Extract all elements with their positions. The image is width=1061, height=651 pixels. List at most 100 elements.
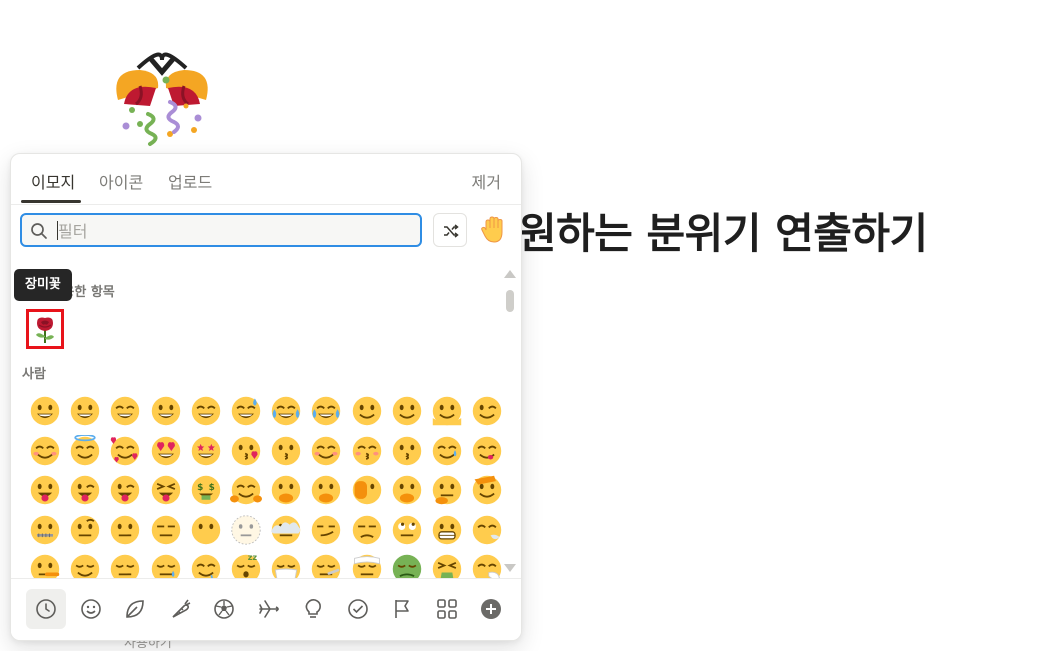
emoji-smirk[interactable] <box>307 511 345 549</box>
category-food-button[interactable] <box>160 589 200 629</box>
yum-face-icon <box>472 436 502 465</box>
random-emoji-button[interactable] <box>433 213 467 247</box>
emoji-kissing-heart[interactable] <box>227 432 265 470</box>
emoji-shushing[interactable] <box>388 471 426 509</box>
category-activity-button[interactable] <box>204 589 244 629</box>
party-popper-icon[interactable] <box>110 48 214 148</box>
emoji-tongue-wink[interactable] <box>66 471 104 509</box>
emoji-smiling-hearts[interactable] <box>106 432 144 470</box>
blush-face-icon <box>30 436 60 465</box>
emoji-upside-down[interactable] <box>388 392 426 430</box>
emoji-wink[interactable] <box>468 392 506 430</box>
tab-icons[interactable]: 아이콘 <box>99 169 143 193</box>
emoji-kissing-closed-eyes[interactable] <box>348 432 386 470</box>
emoji-hugging[interactable] <box>227 471 265 509</box>
svg-text:$: $ <box>208 483 214 493</box>
category-symbols-button[interactable] <box>338 589 378 629</box>
emoji-tongue-closed-eyes[interactable] <box>147 471 185 509</box>
smile-face-icon <box>111 396 140 426</box>
category-flags-button[interactable] <box>382 589 422 629</box>
airplane-icon <box>258 600 279 618</box>
skin-tone-button[interactable] <box>478 216 510 246</box>
emoji-unamused[interactable] <box>348 511 386 549</box>
emoji-exhaling[interactable] <box>468 511 506 549</box>
soccer-ball-icon <box>214 599 234 619</box>
emoji-melting[interactable] <box>428 392 466 430</box>
scroll-down-arrow[interactable] <box>504 564 516 572</box>
flag-icon <box>395 600 409 618</box>
emoji-peeking[interactable] <box>348 471 386 509</box>
emoji-thinking[interactable] <box>428 471 466 509</box>
emoji-open-eyes-hand[interactable] <box>307 471 345 509</box>
scroll-up-arrow[interactable] <box>504 270 516 278</box>
recent-emoji-rose[interactable] <box>26 309 64 349</box>
category-add-button[interactable] <box>471 589 511 629</box>
emoji-slight-smile[interactable] <box>348 392 386 430</box>
category-people-button[interactable] <box>71 589 111 629</box>
emoji-zipper[interactable] <box>26 511 64 549</box>
exhaling-face-icon <box>472 515 502 544</box>
emoji-hand-over-mouth[interactable] <box>267 471 305 509</box>
search-input[interactable] <box>56 219 410 243</box>
page-title[interactable]: 원하는 분위기 연출하기 <box>518 200 928 261</box>
expressionless-face-icon <box>151 515 180 544</box>
emoji-tongue[interactable] <box>26 471 64 509</box>
emoji-rolling-eyes[interactable] <box>388 511 426 549</box>
check-circle-icon <box>347 599 368 619</box>
lightbulb-icon <box>305 599 321 618</box>
emoji-smiling-tear[interactable] <box>428 432 466 470</box>
emoji-laughing[interactable] <box>187 392 225 430</box>
emoji-yum[interactable] <box>468 432 506 470</box>
scroll-thumb[interactable] <box>506 290 514 312</box>
money-mouth-face-icon: $ $ <box>191 475 221 505</box>
emoji-saluting[interactable] <box>468 471 506 509</box>
emoji-smile[interactable] <box>106 392 144 430</box>
picker-tabs: 이모지 아이콘 업로드 제거 <box>11 154 521 205</box>
sweat-smile-face-icon <box>231 396 261 426</box>
emoji-kissing-smiling-eyes[interactable] <box>388 432 426 470</box>
search-field[interactable] <box>20 213 422 247</box>
emoji-innocent[interactable] <box>66 432 104 470</box>
people-section-label: 사람 <box>22 367 46 382</box>
tab-emoji[interactable]: 이모지 <box>31 169 75 193</box>
tab-upload[interactable]: 업로드 <box>168 169 212 193</box>
heart-eyes-face-icon <box>151 436 180 465</box>
scrollbar[interactable] <box>504 268 516 580</box>
rofl-face-icon <box>271 396 301 426</box>
emoji-star-struck[interactable] <box>187 432 225 470</box>
category-objects-button[interactable] <box>293 589 333 629</box>
emoji-grimacing[interactable] <box>428 511 466 549</box>
open-eyes-hand-face-icon <box>312 475 341 505</box>
emoji-kissing[interactable] <box>267 432 305 470</box>
emoji-heart-eyes[interactable] <box>147 432 185 470</box>
emoji-sweat-smile[interactable] <box>227 392 265 430</box>
grin-face-icon <box>151 396 180 426</box>
category-travel-button[interactable] <box>249 589 289 629</box>
emoji-rofl[interactable] <box>267 392 305 430</box>
emoji-expressionless[interactable] <box>147 511 185 549</box>
emoji-neutral[interactable] <box>106 511 144 549</box>
emoji-raised-eyebrow[interactable] <box>66 511 104 549</box>
emoji-no-mouth[interactable] <box>187 511 225 549</box>
rolling-eyes-face-icon <box>392 515 422 544</box>
category-custom-button[interactable] <box>427 589 467 629</box>
emoji-dotted-line[interactable] <box>227 511 265 549</box>
emoji-relaxed[interactable] <box>307 432 345 470</box>
emoji-grinning[interactable] <box>26 392 64 430</box>
zany-face-icon <box>111 475 140 505</box>
emoji-grin[interactable] <box>147 392 185 430</box>
emoji-money-mouth[interactable]: $ $ <box>187 471 225 509</box>
emoji-joy[interactable] <box>307 392 345 430</box>
category-recent-button[interactable] <box>26 589 66 629</box>
tongue-closed-eyes-face-icon <box>151 475 180 505</box>
remove-button[interactable]: 제거 <box>472 169 501 193</box>
text-caret <box>57 221 58 240</box>
emoji-blush[interactable] <box>26 432 64 470</box>
neutral-face-icon <box>111 515 140 544</box>
category-nature-button[interactable] <box>115 589 155 629</box>
emoji-smiley[interactable] <box>66 392 104 430</box>
emoji-zany[interactable] <box>106 471 144 509</box>
smiley-icon <box>80 599 101 619</box>
emoji-in-clouds[interactable] <box>267 511 305 549</box>
zipper-face-icon <box>30 515 60 544</box>
